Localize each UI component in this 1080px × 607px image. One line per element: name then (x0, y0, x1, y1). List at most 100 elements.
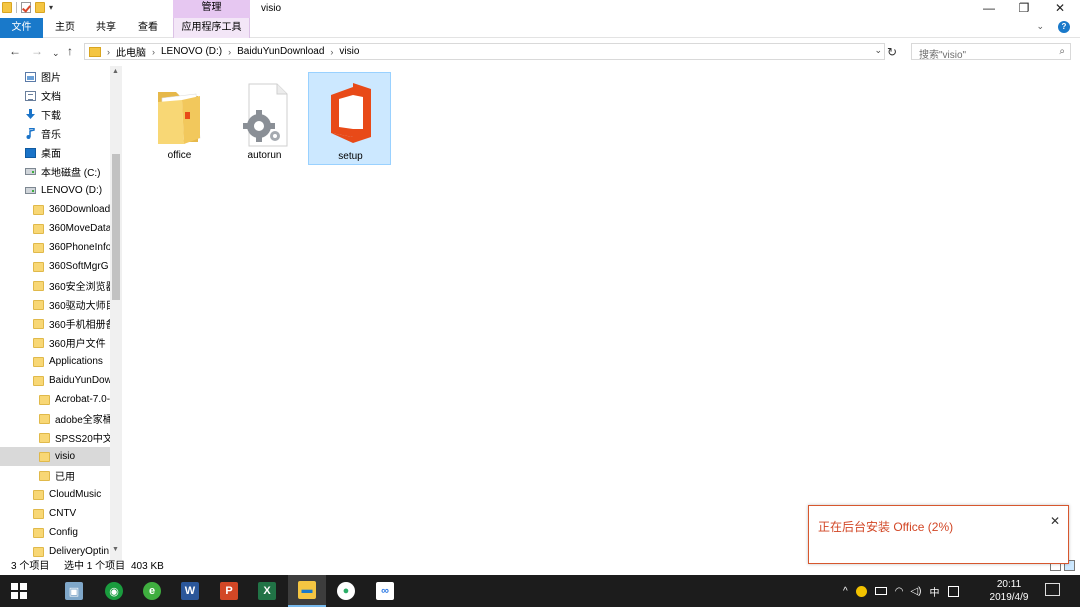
folder-icon[interactable] (2, 2, 12, 13)
tree-item[interactable]: Config (0, 523, 110, 542)
chevron-right-icon[interactable]: › (228, 47, 231, 57)
show-hidden-icons-icon[interactable]: ^ (843, 586, 848, 597)
help-icon[interactable]: ? (1058, 21, 1070, 33)
pictures-icon (25, 71, 36, 82)
taskbar-control-panel[interactable]: ▣ (55, 575, 93, 607)
scroll-up-arrow[interactable]: ▲ (112, 68, 119, 75)
chevron-right-icon[interactable]: › (330, 47, 333, 57)
tree-item[interactable]: 360Download (0, 200, 110, 219)
tree-item[interactable]: 已用 (0, 466, 110, 485)
tree-item[interactable]: Applications (0, 352, 110, 371)
tree-item[interactable]: BaiduYunDow (0, 371, 110, 390)
tab-view[interactable]: 查看 (130, 18, 166, 38)
file-item-office[interactable]: office (138, 72, 221, 165)
properties-icon[interactable] (21, 2, 31, 13)
tree-item-label: 360Download (49, 204, 110, 215)
tree-item[interactable]: visio (0, 447, 110, 466)
file-item-autorun[interactable]: autorun (223, 72, 306, 165)
back-button[interactable]: ← (9, 44, 21, 58)
battery-icon[interactable] (874, 587, 887, 595)
chevron-down-icon[interactable]: ⌄ (874, 45, 882, 56)
baidu-netdisk-icon: ∞ (376, 582, 394, 600)
tree-item[interactable]: 360SoftMgrG (0, 257, 110, 276)
tab-file[interactable]: 文件 (0, 18, 43, 38)
tree-item[interactable]: Acrobat-7.0- (0, 390, 110, 409)
tree-item[interactable]: CNTV (0, 504, 110, 523)
taskbar-qq[interactable]: ◉ (95, 575, 133, 607)
tree-item[interactable]: 360MoveData (0, 219, 110, 238)
recent-locations-button[interactable]: ⌄ (52, 46, 60, 60)
tab-share[interactable]: 共享 (88, 18, 124, 38)
folder-icon (33, 508, 44, 519)
tree-item[interactable]: CloudMusic (0, 485, 110, 504)
chevron-right-icon[interactable]: › (107, 47, 110, 57)
tab-home[interactable]: 主页 (47, 18, 83, 38)
customize-dropdown-icon[interactable]: ▾ (49, 3, 53, 12)
tree-item[interactable]: 360用户文件 (0, 333, 110, 352)
close-button[interactable]: ✕ (1042, 0, 1078, 18)
minimize-button[interactable]: — (971, 0, 1007, 18)
wifi-icon[interactable]: ◠ (895, 586, 904, 597)
taskbar-baidu-netdisk[interactable]: ∞ (366, 575, 404, 607)
action-center-tray-icon[interactable] (948, 585, 960, 597)
scroll-thumb[interactable] (112, 154, 120, 300)
tree-item-label: 360PhoneInfo (49, 242, 110, 253)
tree-item[interactable]: 图片 (0, 67, 110, 86)
chevron-right-icon[interactable]: › (152, 47, 155, 57)
up-button[interactable]: ↑ (67, 44, 73, 58)
tree-item[interactable]: LENOVO (D:) (0, 181, 110, 200)
restore-button[interactable]: ❐ (1006, 0, 1042, 18)
tree-item[interactable]: 360安全浏览器 (0, 276, 110, 295)
taskbar-file-explorer[interactable]: ▬ (288, 575, 326, 607)
tree-item-label: Acrobat-7.0- (55, 394, 110, 405)
address-bar[interactable]: › 此电脑 › LENOVO (D:) › BaiduYunDownload ›… (84, 43, 885, 60)
tree-item-label: Config (49, 527, 78, 538)
forward-button[interactable]: → (31, 44, 43, 58)
breadcrumb-baiduyundownload[interactable]: BaiduYunDownload (237, 46, 324, 57)
input-method-indicator[interactable]: 中 (929, 584, 939, 599)
tree-item[interactable]: 文档 (0, 86, 110, 105)
new-folder-icon[interactable] (35, 2, 45, 13)
tree-item[interactable]: DeliveryOptin (0, 542, 110, 561)
ribbon-expand-icon[interactable]: ⌄ (1036, 21, 1044, 33)
tree-item[interactable]: 本地磁盘 (C:) (0, 162, 110, 181)
tree-item[interactable]: 360手机相册备 (0, 314, 110, 333)
start-button[interactable] (0, 575, 38, 607)
taskbar-wechat[interactable]: ● (327, 575, 365, 607)
notifications-icon[interactable] (1045, 583, 1060, 596)
tab-application-tools[interactable]: 应用程序工具 (173, 18, 250, 38)
volume-icon[interactable]: ◁) (910, 586, 921, 597)
tree-item-label: visio (55, 451, 76, 462)
tree-item[interactable]: 360PhoneInfo (0, 238, 110, 257)
file-list[interactable]: office autorun setup (122, 66, 1080, 560)
taskbar-word[interactable]: W (171, 575, 209, 607)
powerpoint-icon: P (220, 582, 238, 600)
scroll-down-arrow[interactable]: ▼ (112, 546, 119, 553)
tree-item[interactable]: 桌面 (0, 143, 110, 162)
taskbar-360-browser[interactable]: e (133, 575, 171, 607)
manage-context-tab[interactable]: 管理 (173, 0, 250, 18)
tree-item[interactable]: 360驱动大师目 (0, 295, 110, 314)
folder-icon (39, 470, 50, 481)
tree-item[interactable]: adobe全家桶 (0, 409, 110, 428)
breadcrumb-visio[interactable]: visio (339, 46, 359, 57)
taskbar-excel[interactable]: X (248, 575, 286, 607)
desktop-icon (25, 147, 36, 158)
file-item-setup[interactable]: setup (308, 72, 391, 165)
tray-app-icon[interactable] (855, 585, 867, 597)
taskbar-powerpoint[interactable]: P (210, 575, 248, 607)
breadcrumb-this-pc[interactable]: 此电脑 (116, 44, 146, 59)
tree-item[interactable]: SPSS20中文版 (0, 428, 110, 447)
search-input[interactable]: 搜索"visio" ⌕ (911, 43, 1071, 61)
nav-scrollbar[interactable]: ▲ ▼ (110, 66, 122, 560)
tree-item-label: CNTV (49, 508, 77, 519)
breadcrumb-drive-d[interactable]: LENOVO (D:) (161, 46, 222, 57)
refresh-button[interactable]: ↻ (887, 45, 897, 59)
install-notification[interactable]: 正在后台安装 Office (2%) ✕ (808, 505, 1069, 564)
tree-item[interactable]: 下载 (0, 105, 110, 124)
close-icon[interactable]: ✕ (1050, 514, 1060, 528)
folder-icon (33, 280, 44, 291)
tree-item[interactable]: 音乐 (0, 124, 110, 143)
navigation-pane[interactable]: 图片 文档 下载 音乐 桌面 本地磁盘 (C:) LENOVO (D:) 360Downloa… (0, 66, 122, 560)
clock[interactable]: 20:11 2019/4/9 (983, 578, 1035, 604)
